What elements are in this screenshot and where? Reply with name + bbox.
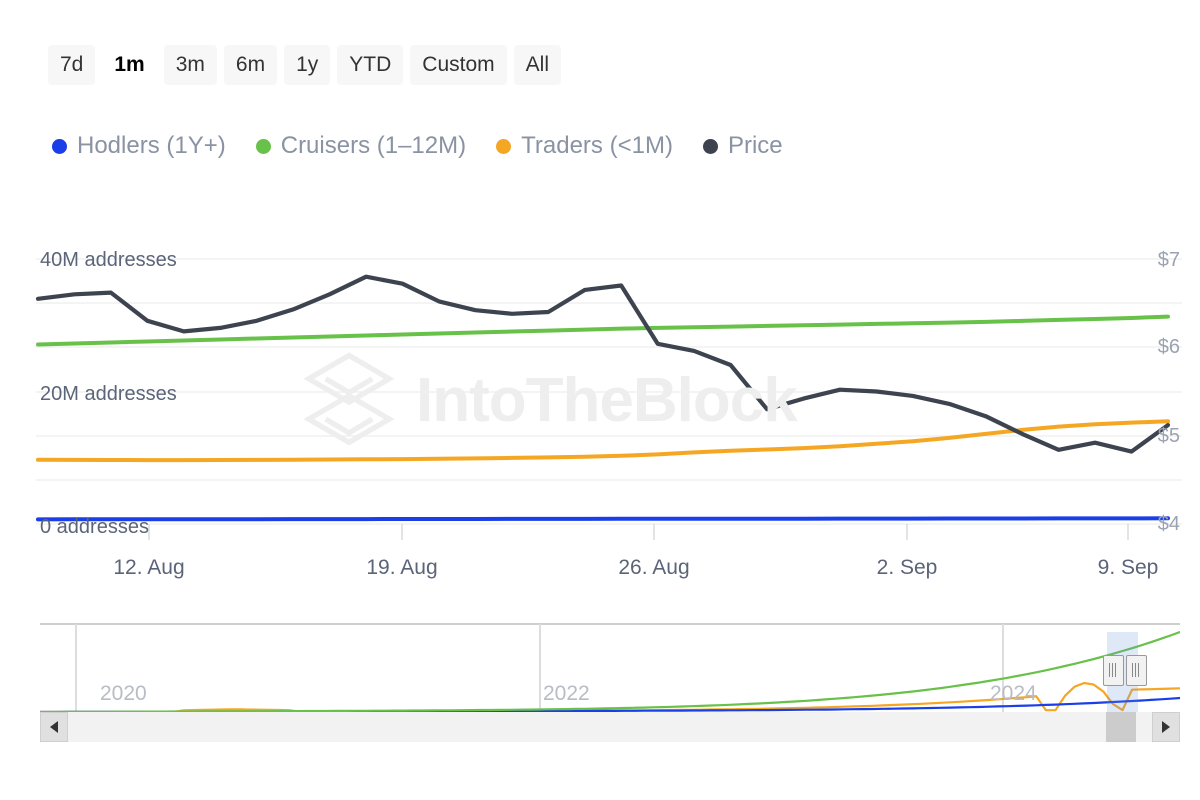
chart-gridlines xyxy=(36,259,1182,540)
horizontal-scrollbar[interactable] xyxy=(40,712,1180,742)
scrollbar-thumb[interactable] xyxy=(1106,712,1136,742)
navigator-year-2020: 2020 xyxy=(100,682,147,706)
navigator-year-2022: 2022 xyxy=(543,682,590,706)
navigator-handle-right[interactable] xyxy=(1126,655,1147,686)
x-axis-tick-9-sep: 9. Sep xyxy=(1098,556,1159,580)
navigator-handle-left[interactable] xyxy=(1103,655,1124,686)
scroll-right-arrow-icon[interactable] xyxy=(1152,712,1180,742)
series-line-traders-1m xyxy=(38,421,1168,460)
y-axis-right-label-6: $6 xyxy=(1158,336,1180,358)
scroll-left-arrow-icon[interactable] xyxy=(40,712,68,742)
x-axis-tick-26-aug: 26. Aug xyxy=(618,556,689,580)
y-axis-left-label-20m: 20M addresses xyxy=(40,383,177,405)
x-axis-tick-12-aug: 12. Aug xyxy=(113,556,184,580)
navigator-year-2024: 2024 xyxy=(990,682,1037,706)
x-axis-tick-2-sep: 2. Sep xyxy=(877,556,938,580)
series-line-hodlers-1y xyxy=(38,518,1168,519)
y-axis-right-label-5: $5 xyxy=(1158,425,1180,447)
chart-svg xyxy=(0,0,1200,620)
x-axis-tick-19-aug: 19. Aug xyxy=(366,556,437,580)
scrollbar-track[interactable] xyxy=(68,712,1152,742)
y-axis-left-label-40m: 40M addresses xyxy=(40,249,177,271)
y-axis-left-label-0: 0 addresses xyxy=(40,516,149,538)
chart-series-paths xyxy=(38,277,1168,520)
y-axis-right-label-7: $7 xyxy=(1158,249,1180,271)
y-axis-right-label-4: $4 xyxy=(1158,513,1180,535)
